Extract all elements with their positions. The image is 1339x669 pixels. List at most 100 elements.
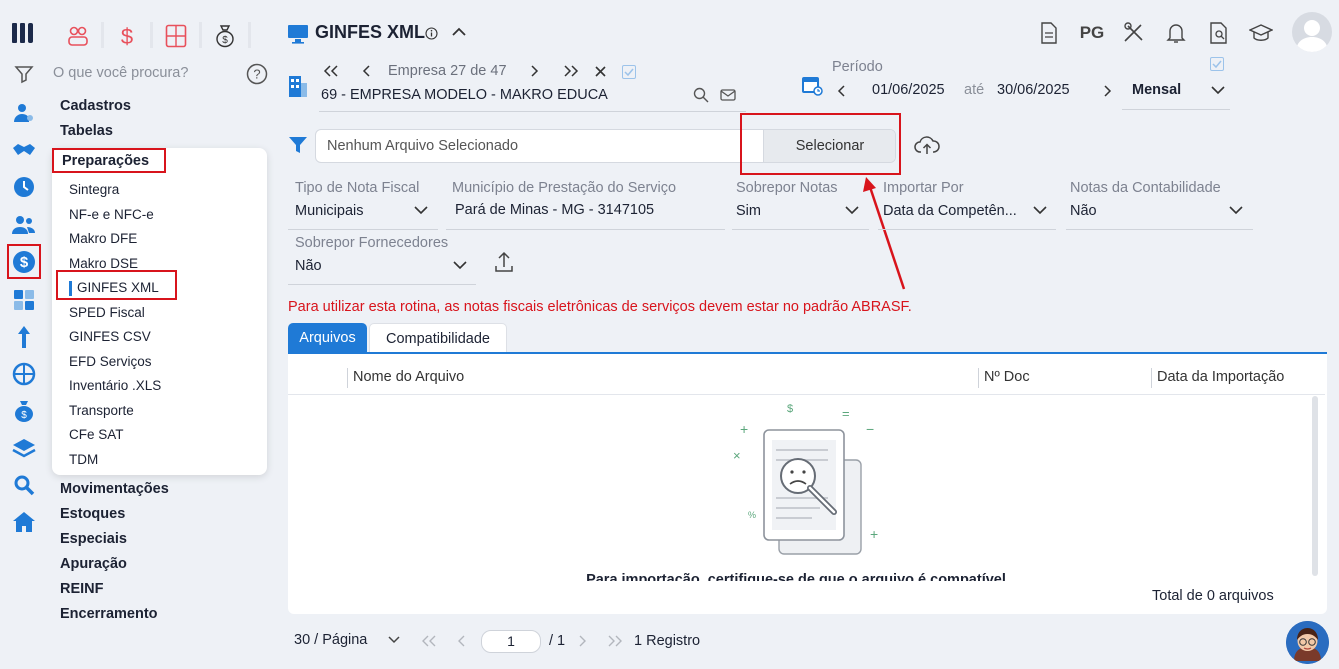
importar-por-select[interactable]: Data da Competên... (883, 203, 1031, 219)
chevron-down-icon[interactable] (844, 204, 860, 216)
submenu-item-nfe[interactable]: NF-e e NFC-e (69, 207, 154, 222)
col-nome-arquivo[interactable]: Nome do Arquivo (353, 369, 464, 385)
chevron-down-icon[interactable] (1032, 204, 1048, 216)
submenu-item-makro-dse[interactable]: Makro DSE (69, 256, 138, 271)
filter-funnel-icon[interactable] (288, 135, 308, 155)
chevron-down-icon[interactable] (413, 204, 429, 216)
per-page-chevron-icon[interactable] (387, 635, 401, 645)
next-icon[interactable] (528, 64, 540, 78)
help-icon[interactable]: ? (246, 63, 268, 85)
dollar-coin-icon[interactable]: $ (11, 249, 37, 275)
document-search-icon[interactable] (1206, 20, 1232, 46)
menu-cadastros[interactable]: Cadastros (60, 98, 131, 114)
users-icon[interactable] (11, 212, 37, 238)
money-bag-app-icon[interactable]: $ (210, 21, 240, 51)
menu-apuracao[interactable]: Apuração (60, 556, 127, 572)
submenu-item-sintegra[interactable]: Sintegra (69, 182, 119, 197)
periodo-end[interactable]: 30/06/2025 (997, 82, 1070, 98)
globe-icon[interactable] (11, 361, 37, 387)
calculator-app-icon[interactable] (161, 21, 191, 51)
divider (199, 22, 202, 48)
sobrepor-notas-select[interactable]: Sim (736, 203, 761, 219)
menu-preparacoes[interactable]: Preparações (62, 153, 149, 169)
per-page-select[interactable]: 30 / Página (294, 632, 367, 648)
menu-estoques[interactable]: Estoques (60, 506, 125, 522)
page-input[interactable]: 1 (481, 630, 541, 653)
info-icon[interactable] (425, 27, 438, 40)
municipio-value[interactable]: Pará de Minas - MG - 3147105 (455, 202, 654, 218)
layers-icon[interactable] (11, 435, 37, 461)
clock-icon[interactable] (11, 174, 37, 200)
menu-movimentacoes[interactable]: Movimentações (60, 481, 169, 497)
calculator-icon[interactable] (11, 287, 37, 313)
last-page-icon[interactable] (607, 634, 623, 648)
avatar[interactable] (1292, 12, 1332, 52)
menu-encerramento[interactable]: Encerramento (60, 606, 158, 622)
user-settings-icon[interactable] (11, 100, 37, 126)
sobrepor-fornecedores-select[interactable]: Não (295, 258, 322, 274)
tab-compatibilidade[interactable]: Compatibilidade (369, 323, 507, 353)
svg-text:+: + (870, 526, 878, 542)
app-logo-icon[interactable] (11, 20, 37, 46)
prev-page-icon[interactable] (457, 634, 467, 648)
money-bag-icon[interactable]: $ (11, 398, 37, 424)
periodo-mode[interactable]: Mensal (1132, 82, 1181, 98)
tipo-nota-select[interactable]: Municipais (295, 203, 364, 219)
tools-icon[interactable] (1121, 20, 1147, 46)
document-icon[interactable] (1036, 20, 1062, 46)
arrow-up-hand-icon[interactable] (11, 324, 37, 350)
mail-icon[interactable] (720, 88, 736, 102)
submenu-item-makro-dfe[interactable]: Makro DFE (69, 231, 137, 246)
icon-rail: $ $ (0, 0, 48, 669)
col-n-doc[interactable]: Nº Doc (984, 369, 1030, 385)
submenu-item-transporte[interactable]: Transporte (69, 403, 134, 418)
bell-icon[interactable] (1163, 20, 1189, 46)
collapse-chevron-icon[interactable] (451, 26, 467, 38)
graduation-cap-icon[interactable] (1248, 20, 1274, 46)
first-page-icon[interactable] (421, 634, 437, 648)
handshake-icon[interactable] (11, 137, 37, 163)
menu-reinf[interactable]: REINF (60, 581, 104, 597)
menu-especiais[interactable]: Especiais (60, 531, 127, 547)
dollar-app-icon[interactable]: $ (112, 21, 142, 51)
last-page-icon[interactable] (562, 64, 580, 78)
submenu-item-efd-servicos[interactable]: EFD Serviços (69, 354, 152, 369)
submenu-item-sped-fiscal[interactable]: SPED Fiscal (69, 305, 145, 320)
pg-button[interactable]: PG (1076, 20, 1108, 46)
search-input[interactable]: O que você procura? (53, 65, 243, 81)
next-page-icon[interactable] (577, 634, 587, 648)
scrollbar[interactable] (1312, 396, 1318, 576)
menu-tabelas[interactable]: Tabelas (60, 123, 113, 139)
submenu-panel: Sintegra NF-e e NFC-e Makro DFE Makro DS… (52, 148, 267, 475)
chevron-down-icon[interactable] (1228, 204, 1244, 216)
submenu-item-ginfes-csv[interactable]: GINFES CSV (69, 329, 151, 344)
periodo-mode-chevron-icon[interactable] (1210, 84, 1226, 96)
upload-icon[interactable] (494, 251, 514, 273)
svg-text:×: × (733, 448, 741, 463)
first-page-icon[interactable] (322, 64, 340, 78)
notas-contab-select[interactable]: Não (1070, 203, 1097, 219)
assistant-avatar[interactable] (1286, 621, 1329, 664)
prev-icon[interactable] (361, 64, 373, 78)
search-icon[interactable] (11, 472, 37, 498)
empresa-checkbox[interactable] (622, 65, 636, 79)
submenu-item-inventario[interactable]: Inventário .XLS (69, 378, 161, 393)
submenu-item-tdm[interactable]: TDM (69, 452, 98, 467)
periodo-next-icon[interactable] (1101, 84, 1113, 98)
empresa-search-icon[interactable] (693, 87, 709, 103)
cloud-upload-icon[interactable] (914, 134, 940, 156)
submenu-item-cfe-sat[interactable]: CFe SAT (69, 427, 124, 442)
col-data-importacao[interactable]: Data da Importação (1157, 369, 1284, 385)
chevron-down-icon[interactable] (452, 259, 468, 271)
people-app-icon[interactable] (63, 21, 93, 51)
filter-icon[interactable] (11, 61, 37, 87)
svg-text:+: + (740, 421, 748, 437)
periodo-start[interactable]: 01/06/2025 (872, 82, 945, 98)
close-icon[interactable] (594, 65, 607, 78)
divider (1066, 229, 1253, 230)
tab-arquivos[interactable]: Arquivos (288, 323, 367, 353)
periodo-checkbox[interactable] (1210, 57, 1224, 71)
tipo-nota-label: Tipo de Nota Fiscal (295, 180, 420, 196)
periodo-prev-icon[interactable] (836, 84, 848, 98)
home-icon[interactable] (11, 509, 37, 535)
